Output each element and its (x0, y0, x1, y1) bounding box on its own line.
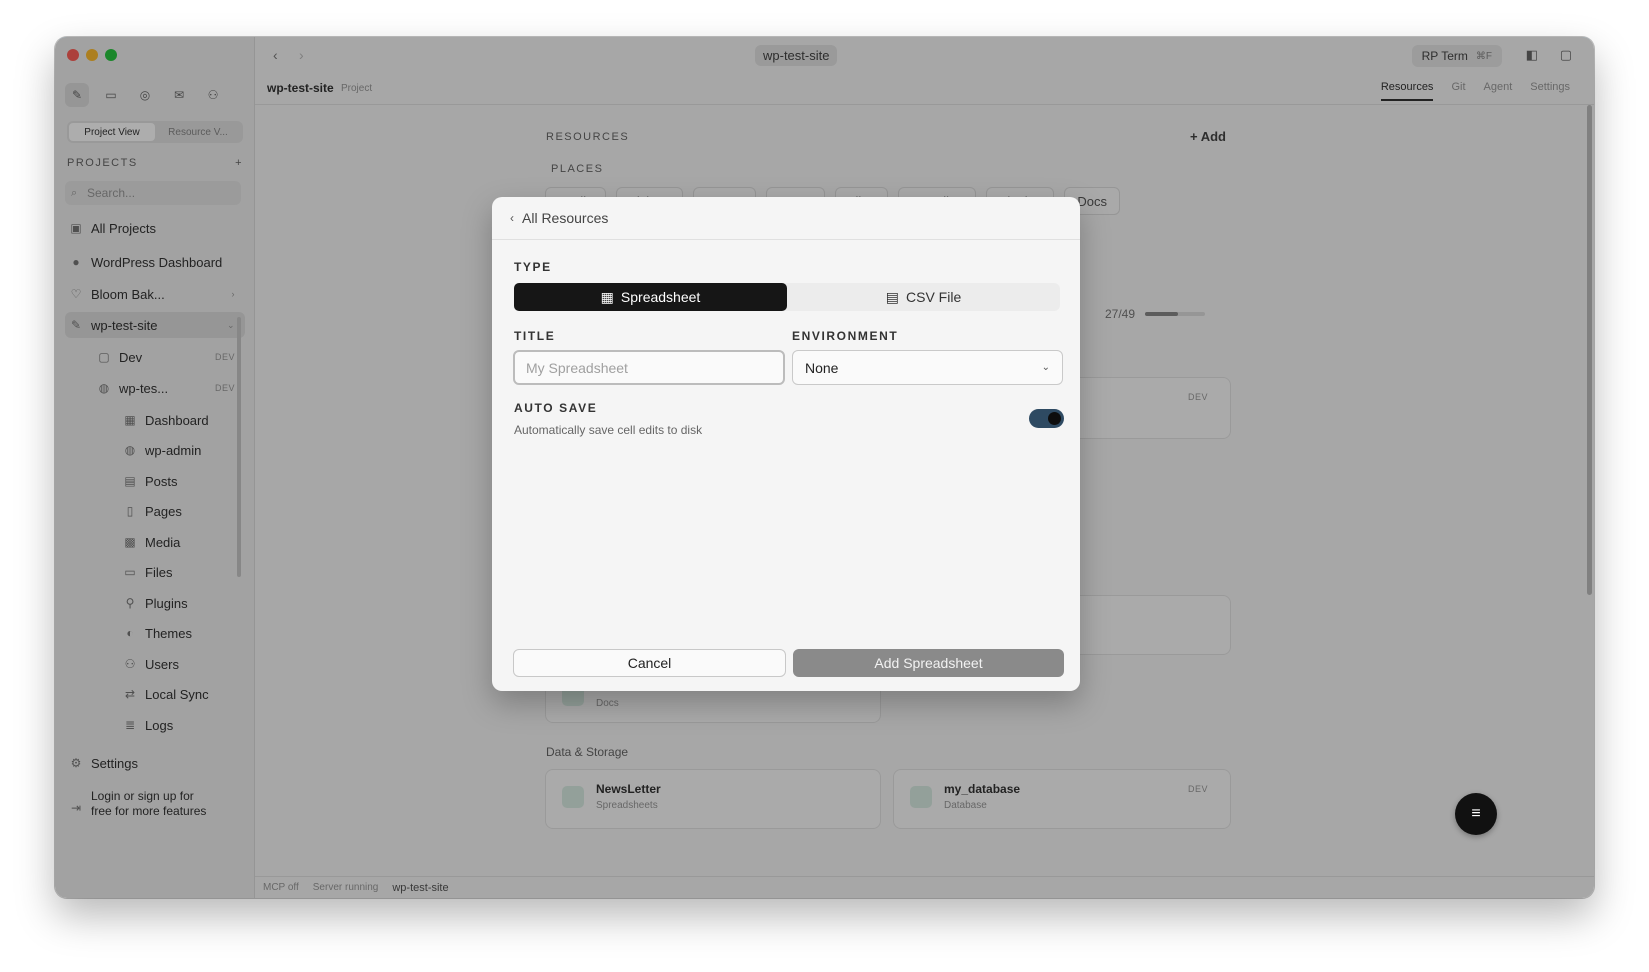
chevron-left-icon[interactable]: ‹ (510, 211, 514, 225)
environment-select[interactable]: None ⌄ (792, 350, 1063, 385)
environment-value: None (805, 359, 839, 376)
dialog-header[interactable]: ‹ All Resources (492, 197, 1080, 240)
autosave-toggle[interactable] (1029, 409, 1064, 428)
type-option-label: Spreadsheet (620, 289, 701, 305)
type-option-label: CSV File (906, 289, 962, 305)
compose-icon: ≡ (1471, 805, 1481, 822)
autosave-description: Automatically save cell edits to disk (514, 423, 703, 437)
title-input[interactable] (513, 350, 785, 385)
chevron-down-icon: ⌄ (1041, 362, 1050, 373)
toggle-knob (1048, 412, 1061, 425)
type-toggle: ▦ Spreadsheet ▤ CSV File (514, 283, 1060, 311)
autosave-label: AUTO SAVE (514, 401, 598, 415)
file-icon: ▤ (885, 288, 899, 305)
cancel-button[interactable]: Cancel (513, 649, 786, 677)
back-to-all-resources[interactable]: All Resources (522, 210, 608, 226)
app-window: ✎ ▭ ◎ ✉ ⚇ Project View Resource V... PRO… (55, 37, 1594, 898)
type-label: TYPE (514, 260, 552, 274)
assistant-fab[interactable]: ≡ (1455, 793, 1497, 835)
type-option-csv[interactable]: ▤ CSV File (787, 283, 1060, 311)
add-resource-dialog: ‹ All Resources TYPE ▦ Spreadsheet ▤ CSV… (492, 197, 1080, 691)
table-icon: ▦ (600, 288, 614, 305)
add-spreadsheet-button[interactable]: Add Spreadsheet (793, 649, 1064, 677)
title-label: TITLE (514, 329, 556, 343)
type-option-spreadsheet[interactable]: ▦ Spreadsheet (514, 283, 787, 311)
environment-label: ENVIRONMENT (792, 329, 899, 343)
